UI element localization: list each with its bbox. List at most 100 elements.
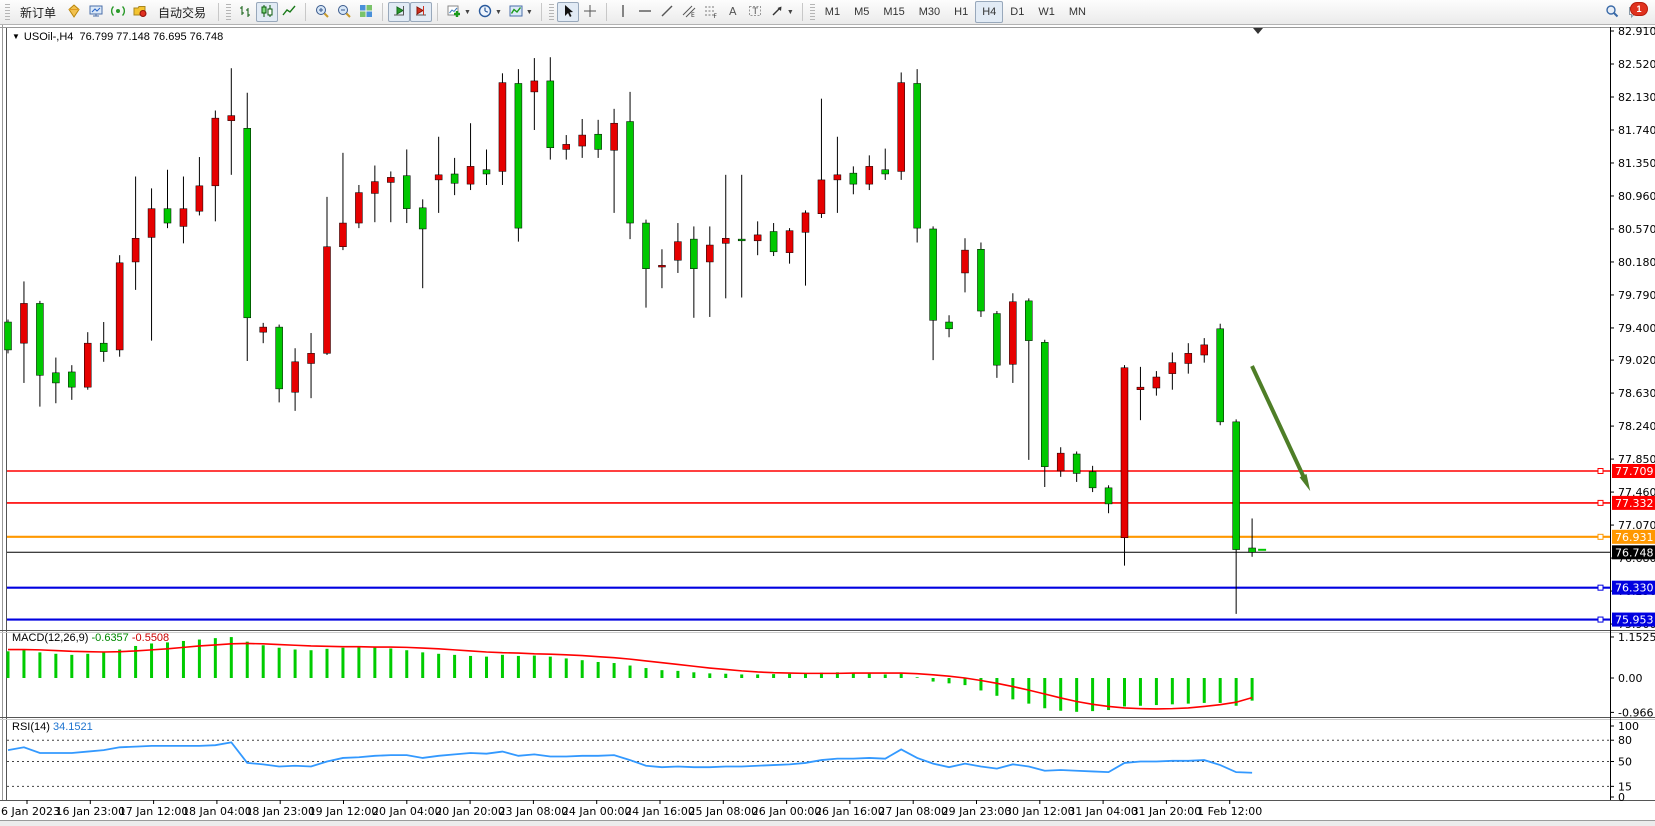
candle [164,209,171,223]
fibonacci-button[interactable]: F [700,2,722,22]
rsi-label: RSI(14) [12,721,50,733]
toolbar-separator [606,3,607,21]
toolbar-group-cursor [544,0,604,24]
candle [132,238,139,262]
vertical-line-button[interactable] [612,2,634,22]
tab-timeframe-W1[interactable]: W1 [1031,1,1062,23]
candlestick-chart-button[interactable] [256,2,278,22]
bar-chart-icon [237,3,253,22]
toolbar-grip [549,4,554,20]
toolbar-grip [810,4,815,20]
indicators-icon [446,3,462,22]
time-axis-label: 30 Jan 12:00 [1005,805,1075,818]
periods-button[interactable]: ▼ [474,2,505,22]
tab-timeframe-D1[interactable]: D1 [1003,1,1031,23]
gem-button[interactable] [63,2,85,22]
auto-scroll-button[interactable] [388,2,410,22]
tab-timeframe-H4[interactable]: H4 [975,1,1003,23]
bar-chart-button[interactable] [234,2,256,22]
candle [419,208,426,229]
candle [674,242,681,261]
tile-windows-icon [358,3,374,22]
candle [515,83,522,228]
level-handle[interactable] [1598,469,1603,474]
candle [770,232,777,252]
line-chart-button[interactable] [278,2,300,22]
auto-scroll-icon [391,3,407,22]
new-order-label: 新订单 [20,4,56,21]
tab-timeframe-M15[interactable]: M15 [876,1,911,23]
candle [212,118,219,186]
cursor-button[interactable] [557,2,579,22]
channel-button[interactable]: E [678,2,700,22]
text-button[interactable]: A [722,2,744,22]
tile-windows-button[interactable] [355,2,377,22]
candle [1153,377,1160,388]
signal-button[interactable] [107,2,129,22]
tab-timeframe-MN[interactable]: MN [1062,1,1093,23]
candle [547,81,554,148]
candle [196,186,203,211]
level-handle[interactable] [1598,534,1603,539]
price-label-text: 76.748 [1615,546,1654,559]
candle [355,193,362,223]
trendline-icon [659,3,675,22]
chart-canvas[interactable]: 82.91082.52082.13081.74081.35080.96080.5… [0,0,1655,826]
autotrading-button[interactable]: 自动交易 [151,2,213,22]
signal-icon [110,3,126,22]
macd-tick-label: 1.1525 [1618,631,1655,644]
time-axis-label: 16 Jan 23:00 [55,805,125,818]
new-order-button[interactable]: 新订单 [13,2,63,22]
templates-button[interactable]: ▼ [505,2,536,22]
text-label-button[interactable]: T [744,2,766,22]
arrow-object-icon [769,3,785,22]
tab-timeframe-M5[interactable]: M5 [847,1,876,23]
zoom-in-button[interactable] [311,2,333,22]
level-handle[interactable] [1598,617,1603,622]
crosshair-button[interactable] [579,2,601,22]
candle [1121,368,1128,538]
level-handle[interactable] [1598,500,1603,505]
price-tick-label: 80.960 [1618,190,1655,203]
symbol-dropdown-icon[interactable]: ▼ [12,32,20,41]
folder-icon [132,3,148,22]
horizontal-line-button[interactable] [634,2,656,22]
toolbar-separator [382,3,383,21]
candle [435,175,442,180]
toolbar-right: 1 [1601,1,1655,23]
text-label-icon: T [747,3,763,22]
line-chart-icon [281,3,297,22]
arrows-button[interactable]: ▼ [766,2,797,22]
candle [467,166,474,184]
tab-timeframe-H1[interactable]: H1 [947,1,975,23]
time-axis-label: 19 Jan 12:00 [309,805,379,818]
chart-shift-icon [413,3,429,22]
price-tick-label: 79.400 [1618,322,1655,335]
tab-timeframe-M1[interactable]: M1 [818,1,847,23]
svg-text:E: E [691,12,695,19]
candle [1073,454,1080,473]
price-tick-label: 78.630 [1618,387,1655,400]
candle [930,229,937,320]
indicators-button[interactable]: ▼ [443,2,474,22]
toolbar-grip [5,4,10,20]
price-tick-label: 79.020 [1618,354,1655,367]
price-tick-label: 82.130 [1618,91,1655,104]
zoom-out-button[interactable] [333,2,355,22]
candle [706,245,713,262]
chart-shift-button[interactable] [410,2,432,22]
time-axis-label: 20 Jan 20:00 [435,805,505,818]
expert-folder-button[interactable] [129,2,151,22]
level-handle[interactable] [1598,585,1603,590]
candle [595,134,602,149]
notifications-button[interactable]: 1 [1623,1,1647,23]
price-label-text: 77.709 [1615,465,1654,478]
time-axis-label: 25 Jan 08:00 [688,805,758,818]
search-button[interactable] [1601,2,1623,22]
trendline-button[interactable] [656,2,678,22]
market-watch-button[interactable] [85,2,107,22]
candle [1009,302,1016,365]
toolbar-group-chart-type [221,0,303,24]
svg-text:A: A [729,5,737,18]
tab-timeframe-M30[interactable]: M30 [912,1,947,23]
